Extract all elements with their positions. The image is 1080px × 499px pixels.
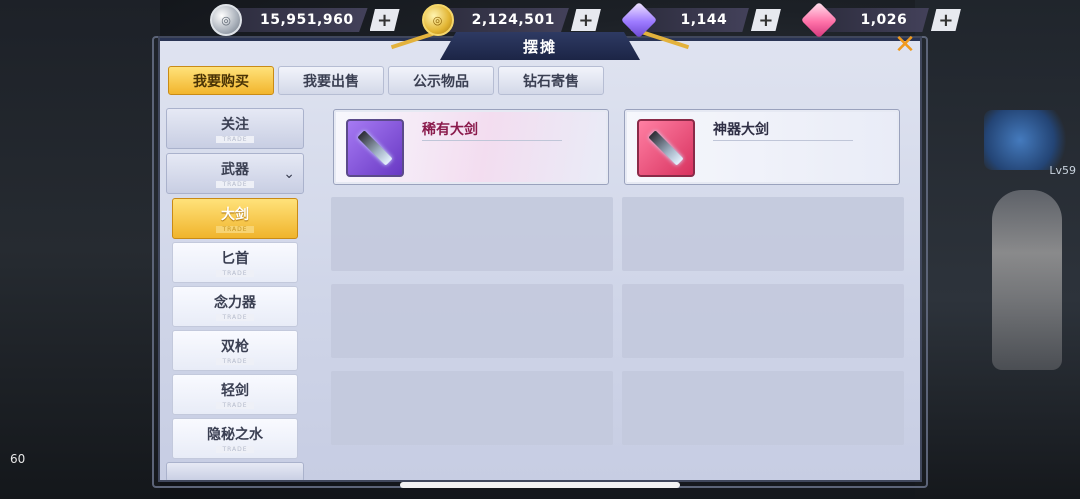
sidebar-item-label: 轻剑 [221,383,249,399]
panel-title-text: 摆摊 [522,37,557,56]
sidebar-item-label: 双枪 [221,339,249,355]
currency-bar: ◎ 15,951,960 + ◎ 2,124,501 + 1,144 + 1,0… [210,1,961,39]
sidebar-item-weapons[interactable]: 武器 TRADE ⌄ [166,153,304,194]
currency-pink-diamond: 1,026 + [800,1,961,39]
sidebar-subitem-dual-guns[interactable]: 双枪 TRADE [172,330,298,371]
empty-item-slot [331,284,613,358]
event-badge[interactable] [984,110,1074,170]
add-silver-button[interactable]: + [369,9,400,31]
sidebar-subitem-greatsword[interactable]: 大剑 TRADE [172,198,298,239]
sidebar-item-follow[interactable]: 关注 TRADE [166,108,304,149]
currency-purple-diamond: 1,144 + [620,1,781,39]
add-purple-diamond-button[interactable]: + [750,9,781,31]
item-name: 神器大剑 [713,122,769,138]
tab-buy[interactable]: 我要购买 [168,66,274,95]
item-card-rare-greatsword[interactable]: 稀有大剑 [333,109,609,185]
gold-coin-icon: ◎ [421,4,454,36]
chevron-down-icon: ⌄ [283,166,295,182]
greatsword-icon [346,119,404,177]
panel-title: 摆摊 [440,32,640,60]
sidebar-item-sublabel: TRADE [216,314,254,321]
player-character [992,190,1062,370]
empty-item-slot [331,197,613,271]
tab-sell[interactable]: 我要出售 [278,66,384,95]
divider [422,140,562,141]
sidebar-item-sublabel: TRADE [216,181,254,188]
greatsword-icon [637,119,695,177]
add-pink-diamond-button[interactable]: + [930,9,961,31]
currency-value: 15,951,960 [226,8,368,32]
sidebar-item-sublabel: TRADE [216,270,254,277]
item-card-artifact-greatsword[interactable]: 神器大剑 [624,109,900,185]
empty-item-slot [622,284,904,358]
sidebar-subitem-dagger[interactable]: 匕首 TRADE [172,242,298,283]
currency-value: 2,124,501 [437,8,569,32]
item-name: 稀有大剑 [422,122,478,138]
empty-item-slot [622,197,904,271]
empty-item-slot [331,371,613,445]
side-level-text: Lv59 [1049,164,1076,177]
sidebar-item-label: 隐秘之水 [207,427,263,443]
home-indicator[interactable] [400,482,680,488]
add-gold-button[interactable]: + [570,9,601,31]
pink-diamond-icon [800,1,838,39]
sidebar-item-label: 武器 [221,162,249,178]
currency-gold: ◎ 2,124,501 + [421,4,601,36]
sidebar-item-label: 关注 [221,117,249,133]
divider [713,140,853,141]
close-icon[interactable]: ✕ [890,30,920,60]
sidebar-subitem-psychic-device[interactable]: 念力器 TRADE [172,286,298,327]
sidebar-item-partial[interactable] [166,462,304,480]
empty-item-slot [622,371,904,445]
sidebar-item-sublabel: TRADE [216,226,254,233]
currency-silver: ◎ 15,951,960 + [210,4,400,36]
sidebar-item-sublabel: TRADE [216,446,254,453]
sidebar-item-sublabel: TRADE [216,358,254,365]
silver-coin-icon: ◎ [210,4,242,36]
background-left [0,0,160,499]
sidebar-subitem-secret-water[interactable]: 隐秘之水 TRADE [172,418,298,459]
sidebar-item-sublabel: TRADE [216,402,254,409]
sidebar-item-label: 匕首 [221,251,249,267]
fps-counter: 60 [10,452,26,466]
category-sidebar[interactable]: 关注 TRADE 武器 TRADE ⌄ 大剑 TRADE 匕首 TRADE 念力… [166,108,306,480]
sidebar-subitem-light-sword[interactable]: 轻剑 TRADE [172,374,298,415]
sidebar-item-sublabel: TRADE [216,136,254,143]
sidebar-item-label: 大剑 [221,207,249,223]
sidebar-item-label: 念力器 [214,295,256,311]
tab-diamond-consignment[interactable]: 钻石寄售 [498,66,604,95]
tab-public-items[interactable]: 公示物品 [388,66,494,95]
tab-bar: 我要购买 我要出售 公示物品 钻石寄售 [168,66,604,95]
